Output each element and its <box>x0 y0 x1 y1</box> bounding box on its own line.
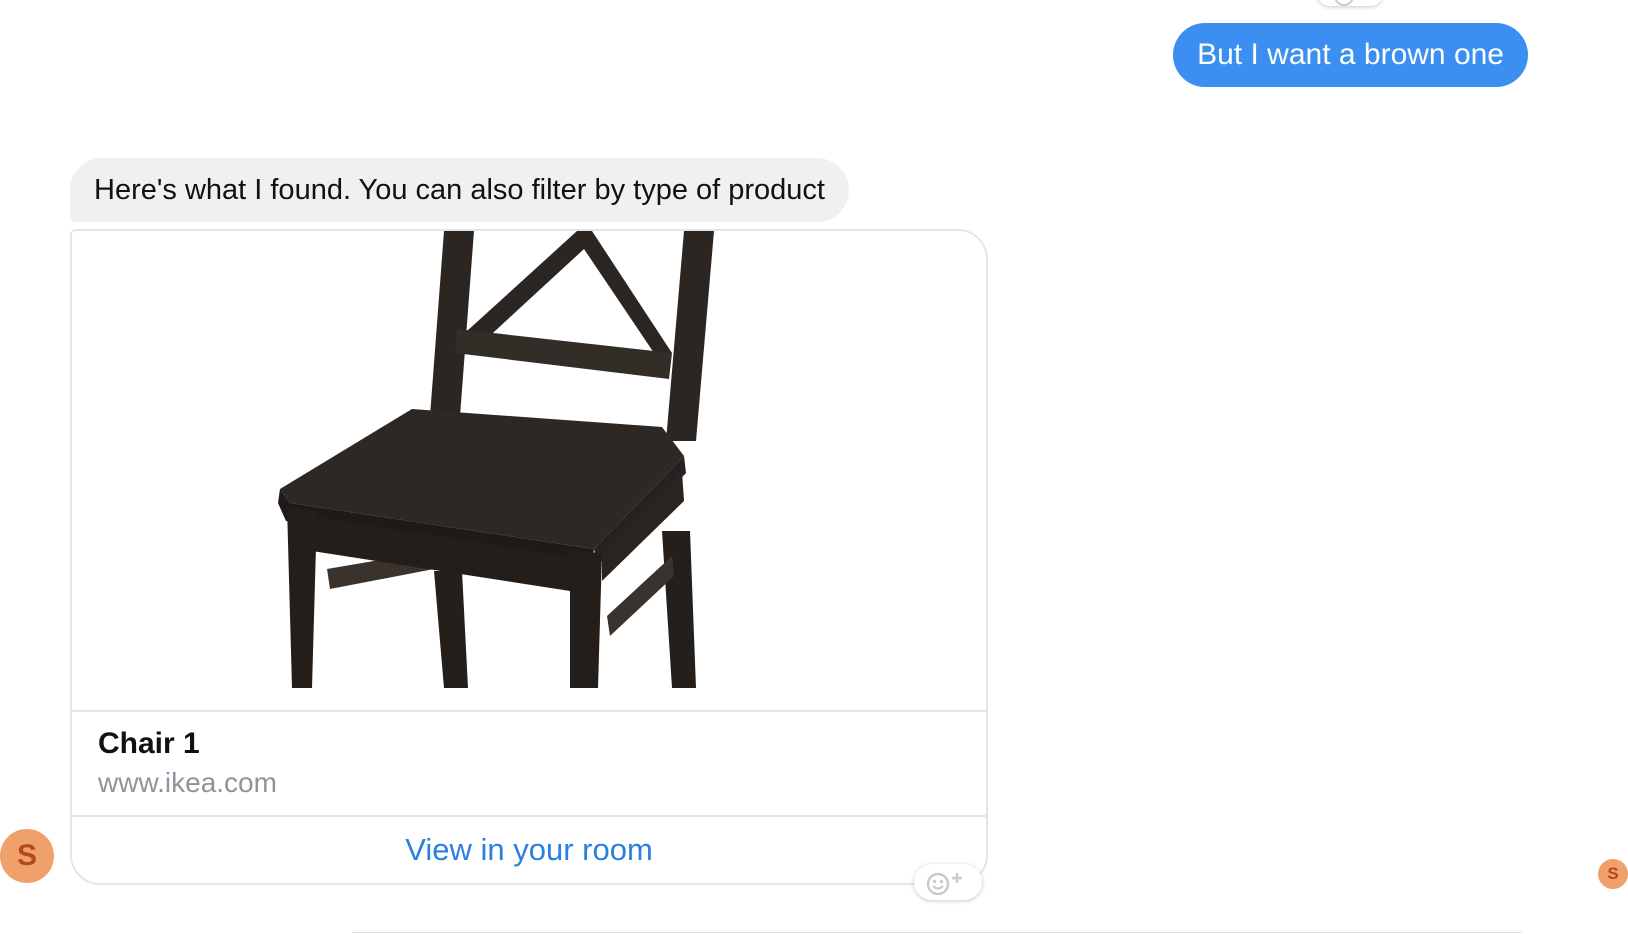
incoming-message-bubble: Here's what I found. You can also filter… <box>70 158 849 222</box>
chair-image-icon <box>278 231 714 688</box>
add-reaction-icon <box>926 872 962 895</box>
outgoing-message-bubble: But I want a brown one <box>1173 23 1528 87</box>
card-divider <box>72 710 986 712</box>
product-card[interactable]: Chair 1 www.ikea.com View in your room <box>70 229 988 885</box>
add-reaction-button[interactable] <box>914 864 982 900</box>
reaction-pill-top[interactable] <box>1318 0 1382 6</box>
view-in-room-button[interactable]: View in your room <box>72 817 986 883</box>
product-image[interactable] <box>72 231 986 710</box>
smiley-icon <box>1334 0 1354 6</box>
composer-divider <box>352 932 1522 933</box>
avatar[interactable]: S <box>0 829 54 883</box>
product-url[interactable]: www.ikea.com <box>98 767 277 799</box>
product-title: Chair 1 <box>98 727 200 760</box>
read-receipt-avatar: S <box>1598 859 1628 889</box>
